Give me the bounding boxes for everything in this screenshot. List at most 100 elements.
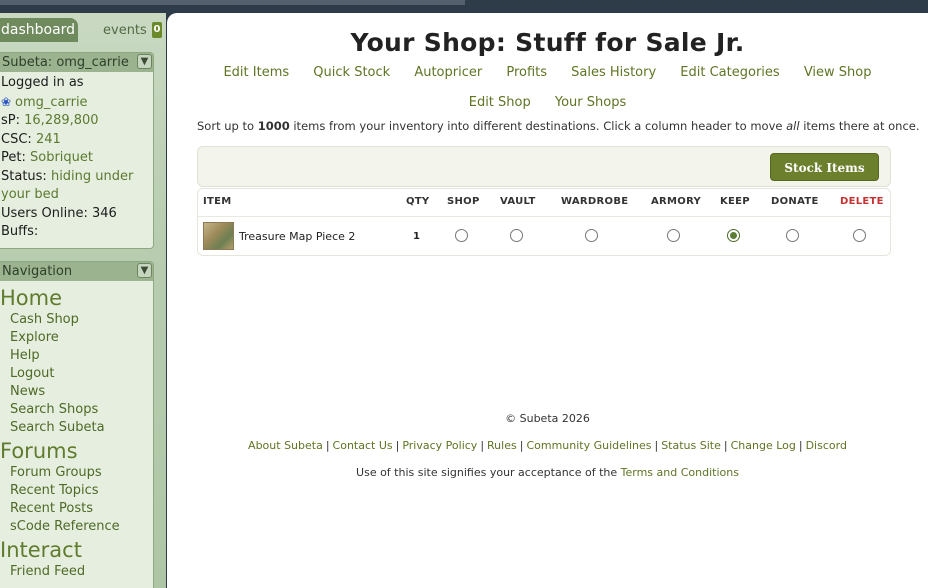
col-header-donate[interactable]: DONATE [771, 196, 819, 207]
footer-link-guidelines[interactable]: Community Guidelines [526, 439, 651, 452]
user-panel: Subeta: omg_carrie ▼ Logged in as ❀ omg_c… [0, 52, 154, 249]
action-bar: Stock Items [197, 146, 891, 187]
pet-label: Pet: [1, 150, 26, 165]
navigation-header[interactable]: Navigation ▼ [0, 262, 153, 281]
col-header-wardrobe[interactable]: WARDROBE [561, 196, 628, 207]
navigation-title: Navigation [2, 264, 73, 279]
nav-item-recent-topics[interactable]: Recent Topics [0, 482, 153, 500]
copyright: © Subeta 2026 [505, 412, 590, 425]
col-header-keep[interactable]: KEEP [720, 196, 750, 207]
inventory-table: ITEM QTY SHOP VAULT WARDROBE ARMORY KEEP… [197, 188, 891, 256]
link-view-shop[interactable]: View Shop [804, 65, 872, 80]
radio-armory[interactable] [667, 229, 680, 242]
nav-heading-forums[interactable]: Forums [0, 438, 153, 464]
status-row: Status: hiding under [0, 168, 153, 187]
events-count-badge: 0 [152, 22, 162, 38]
terms-link[interactable]: Terms and Conditions [621, 466, 739, 479]
navigation-panel: Navigation ▼ Home Cash Shop Explore Help… [0, 261, 154, 588]
footer-separator: | [519, 439, 524, 452]
footer-separator: | [798, 439, 803, 452]
top-strip-segment [0, 0, 465, 5]
status-value: hiding under [50, 168, 134, 184]
nav-item-help[interactable]: Help [0, 347, 153, 365]
nav-item-logout[interactable]: Logout [0, 365, 153, 383]
nav-heading-home[interactable]: Home [0, 285, 153, 311]
footer-link-rules[interactable]: Rules [487, 439, 517, 452]
radio-keep[interactable] [727, 229, 740, 242]
nav-item-scode-reference[interactable]: sCode Reference [0, 518, 153, 536]
info-prefix: Sort up to [197, 119, 258, 133]
username-row: ❀ omg_carrie [0, 93, 153, 113]
table-header-divider [198, 216, 890, 217]
col-header-item: ITEM [203, 196, 232, 207]
link-edit-items[interactable]: Edit Items [223, 65, 289, 80]
radio-vault[interactable] [510, 229, 523, 242]
col-header-shop[interactable]: SHOP [447, 196, 480, 207]
stock-items-button[interactable]: Stock Items [770, 153, 879, 181]
nav-item-explore[interactable]: Explore [0, 329, 153, 347]
instructions-text: Sort up to 1000 items from your inventor… [197, 119, 920, 133]
paw-icon: ❀ [1, 94, 12, 109]
chevron-down-icon[interactable]: ▼ [137, 54, 152, 69]
users-online-row: Users Online: 346 [0, 205, 153, 224]
footer-link-discord[interactable]: Discord [806, 439, 847, 452]
nav-item-search-subeta[interactable]: Search Subeta [0, 419, 153, 437]
buffs-label: Buffs: [1, 224, 39, 239]
footer-link-privacy[interactable]: Privacy Policy [402, 439, 477, 452]
footer-link-about[interactable]: About Subeta [248, 439, 323, 452]
sidebar: dashboard events 0 Subeta: omg_carrie ▼ … [0, 13, 166, 588]
nav-item-news[interactable]: News [0, 383, 153, 401]
users-online-value: 346 [92, 205, 117, 221]
info-emphasis: all [786, 119, 800, 133]
sp-label: sP: [1, 113, 20, 128]
footer-links: About Subeta | Contact Us | Privacy Policy | R… [167, 439, 928, 452]
radio-shop[interactable] [455, 229, 468, 242]
footer-link-status[interactable]: Status Site [661, 439, 721, 452]
csc-value: 241 [35, 131, 61, 147]
main-content: Your Shop: Stuff for Sale Jr. Edit Items… [167, 13, 928, 588]
sp-row: sP: 16,289,800 [0, 112, 153, 131]
footer-separator: | [325, 439, 330, 452]
info-middle: items from your inventory into different… [289, 119, 787, 133]
status-label: Status: [1, 168, 47, 184]
shop-nav-row-2: Edit Shop Your Shops [167, 95, 928, 110]
footer-separator: | [480, 439, 485, 452]
link-your-shops[interactable]: Your Shops [555, 95, 626, 110]
col-header-armory[interactable]: ARMORY [651, 196, 701, 207]
csc-label: CSC: [1, 131, 32, 147]
pet-row: Pet: Sobriquet [0, 149, 153, 168]
user-panel-title: Subeta: omg_carrie [2, 55, 129, 70]
link-edit-categories[interactable]: Edit Categories [680, 65, 779, 80]
col-header-qty: QTY [406, 196, 430, 207]
sidebar-tabs: dashboard events 0 [0, 18, 166, 42]
radio-wardrobe[interactable] [585, 229, 598, 242]
chevron-down-icon[interactable]: ▼ [137, 263, 152, 278]
nav-item-search-shops[interactable]: Search Shops [0, 401, 153, 419]
link-edit-shop[interactable]: Edit Shop [469, 95, 531, 110]
terms-prefix: Use of this site signifies your acceptan… [356, 466, 621, 479]
nav-item-cash-shop[interactable]: Cash Shop [0, 311, 153, 329]
info-count: 1000 [257, 119, 290, 133]
link-quick-stock[interactable]: Quick Stock [313, 65, 390, 80]
item-name: Treasure Map Piece 2 [239, 230, 356, 243]
terms-notice: Use of this site signifies your acceptan… [167, 466, 928, 479]
col-header-delete[interactable]: DELETE [840, 196, 884, 207]
radio-delete[interactable] [853, 229, 866, 242]
link-sales-history[interactable]: Sales History [571, 65, 656, 80]
tab-dashboard[interactable]: dashboard [0, 18, 78, 42]
users-online-label: Users Online: [1, 205, 88, 221]
footer-link-contact[interactable]: Contact Us [333, 439, 393, 452]
radio-donate[interactable] [786, 229, 799, 242]
nav-item-recent-posts[interactable]: Recent Posts [0, 500, 153, 518]
nav-heading-interact[interactable]: Interact [0, 537, 153, 563]
user-panel-header[interactable]: Subeta: omg_carrie ▼ [0, 53, 153, 72]
tab-events[interactable]: events 0 [80, 21, 164, 42]
pet-name-link[interactable]: Sobriquet [30, 150, 93, 165]
username-link[interactable]: omg_carrie [15, 95, 88, 110]
nav-item-forum-groups[interactable]: Forum Groups [0, 464, 153, 482]
col-header-vault[interactable]: VAULT [500, 196, 536, 207]
footer-link-changelog[interactable]: Change Log [731, 439, 796, 452]
link-profits[interactable]: Profits [506, 65, 547, 80]
nav-item-friend-feed[interactable]: Friend Feed [0, 563, 153, 581]
link-autopricer[interactable]: Autopricer [414, 65, 482, 80]
